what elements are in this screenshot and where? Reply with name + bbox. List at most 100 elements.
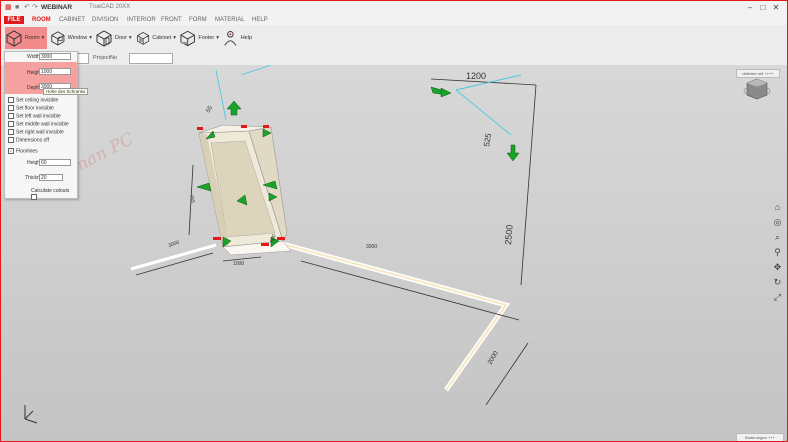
checkbox[interactable] (31, 194, 37, 200)
menu-room[interactable]: ROOM (32, 16, 51, 24)
checkbox[interactable] (8, 129, 14, 135)
dim-cabinet-width: 1000 (233, 261, 244, 267)
menu-material[interactable]: MATERIAL (215, 16, 245, 24)
window-icon (51, 31, 65, 46)
calculate-cutouts-option[interactable]: Calculate cutouts (31, 188, 77, 200)
menu-interior[interactable]: INTERIOR (127, 16, 156, 24)
scene-drawing: 1200 2500 2000 3000 3000 1000 500 455 55… (24, 65, 771, 424)
option-label: Set right wall invisible (16, 129, 64, 136)
dim-floor-left: 3000 (168, 240, 181, 249)
menu-form[interactable]: FORM (189, 16, 207, 24)
option-dimensions-off[interactable]: Dimensions off (8, 137, 49, 143)
pan-icon[interactable]: ✥ (772, 262, 783, 273)
fullscreen-icon[interactable]: ⤢ (772, 292, 783, 303)
thickness-input[interactable]: 20 (39, 174, 63, 181)
title-bar: ▦ ■ ↶ ↷ WEBINAR TrueCAD 20XX – □ ✕ (1, 1, 787, 15)
cabinet-button[interactable]: Cabinet ▾ (136, 27, 176, 49)
cabinet-button-label: Cabinet (152, 35, 172, 41)
option-left-wall-invisible[interactable]: Set left wall invisible (8, 113, 61, 119)
option-floorlines[interactable]: ✓ Floorlines (8, 148, 38, 154)
option-label: Set left wall invisible (16, 113, 61, 120)
checkbox-checked[interactable]: ✓ (8, 148, 14, 154)
secondary-toolbar: ProjectNo (1, 51, 787, 65)
door-button-label: Door (115, 35, 127, 41)
project-number-label: ProjectNo (93, 55, 118, 61)
redo-icon[interactable]: ↷ (32, 4, 39, 11)
dim-top-width: 1200 (466, 71, 486, 81)
help-person-icon (224, 31, 237, 46)
checkbox[interactable] (8, 97, 14, 103)
option-right-wall-invisible[interactable]: Set right wall invisible (8, 129, 64, 135)
menu-bar: FILE ROOM CABINET DIVISION INTERIOR FRON… (1, 15, 787, 25)
checkbox[interactable] (8, 105, 14, 111)
option-label: Set floor invisible (16, 105, 54, 112)
view-mode-button[interactable]: definiert mit ++++ (736, 69, 780, 78)
dim-floor-back: 3000 (366, 244, 377, 250)
app-logo-icon: ▦ (5, 4, 12, 11)
toolbar-input-a[interactable] (77, 53, 89, 64)
help-button[interactable]: Help (222, 27, 252, 49)
window-button-label: Window (67, 35, 88, 41)
undo-icon[interactable]: ↶ (24, 4, 31, 11)
close-button[interactable]: ✕ (771, 3, 781, 12)
chevron-down-icon: ▾ (41, 35, 45, 41)
dim-window-depth: 525 (482, 132, 493, 147)
room-dimensions-panel: Width 3000 Height 1000 Depth 3000 Höhe d… (4, 51, 89, 200)
minimize-button[interactable]: – (745, 3, 755, 12)
dim-right-floor: 2000 (487, 350, 500, 366)
width-label: Width (27, 54, 40, 60)
chevron-down-icon: ▾ (216, 35, 219, 41)
option-floor-invisible[interactable]: Set floor invisible (8, 105, 54, 111)
rotate-icon[interactable]: ↻ (772, 277, 783, 288)
footer-button[interactable]: Footer ▾ (179, 27, 219, 49)
checkbox[interactable] (8, 121, 14, 127)
option-label: Set ceiling invisible (16, 97, 59, 104)
checkbox[interactable] (8, 137, 14, 143)
zoom-fit-icon[interactable]: ⌕ (772, 232, 783, 243)
door-button[interactable]: Door ▾ (95, 27, 133, 49)
footer-button-label: Footer (198, 35, 215, 41)
floor-height-input[interactable]: 60 (39, 159, 71, 166)
app-title: WEBINAR (41, 4, 73, 11)
chevron-down-icon: ▾ (173, 35, 176, 41)
walk-icon[interactable]: ◎ (772, 217, 783, 228)
document-title: TrueCAD 20XX (89, 4, 131, 10)
width-input[interactable]: 3000 (39, 53, 71, 60)
axis-indicator-icon (24, 405, 38, 424)
zoom-icon[interactable]: ⚲ (772, 247, 783, 258)
tooltip: Höhe des Schranks (43, 88, 89, 95)
status-changes-button[interactable]: Änderungen +++ (736, 433, 784, 441)
chevron-down-icon: ▾ (128, 35, 132, 41)
ribbon: Room ▾ Window ▾ Door ▾ Cabinet ▾ Footer ▾ Hel… (1, 25, 787, 52)
help-button-label: Help (240, 35, 252, 41)
dim-top-left: 55 (206, 105, 215, 114)
file-menu-button[interactable]: FILE (4, 16, 24, 24)
view-cube-icon (743, 78, 771, 100)
menu-cabinet[interactable]: CABINET (59, 16, 85, 24)
save-icon[interactable]: ■ (15, 4, 22, 11)
cabinet-icon (137, 31, 150, 45)
project-number-input[interactable] (129, 53, 173, 64)
door-icon (96, 30, 112, 47)
option-middle-wall-invisible[interactable]: Set middle wall invisible (8, 121, 69, 127)
room-button[interactable]: Room ▾ (5, 27, 47, 49)
option-label: Dimensions off (16, 137, 49, 144)
dim-left-top: 455 (188, 194, 195, 203)
home-icon[interactable]: ⌂ (772, 202, 783, 213)
dim-height-main: 2500 (503, 224, 515, 245)
window-button[interactable]: Window ▾ (50, 27, 92, 49)
footer-icon (180, 30, 195, 47)
height-input[interactable]: 1000 (39, 68, 71, 75)
option-label: Floorlines (16, 148, 38, 155)
menu-help[interactable]: HELP (252, 16, 268, 24)
room-button-label: Room (25, 35, 40, 41)
3d-viewport[interactable]: 1200 2500 2000 3000 3000 1000 500 455 55… (1, 65, 787, 441)
app-window: ▦ ■ ↶ ↷ WEBINAR TrueCAD 20XX – □ ✕ FILE … (0, 0, 788, 442)
chevron-down-icon: ▾ (89, 35, 92, 41)
room-icon (6, 30, 22, 47)
option-ceiling-invisible[interactable]: Set ceiling invisible (8, 97, 58, 103)
menu-division[interactable]: DIVISION (92, 16, 118, 24)
menu-front[interactable]: FRONT (161, 16, 182, 24)
checkbox[interactable] (8, 113, 14, 119)
maximize-button[interactable]: □ (758, 3, 768, 12)
